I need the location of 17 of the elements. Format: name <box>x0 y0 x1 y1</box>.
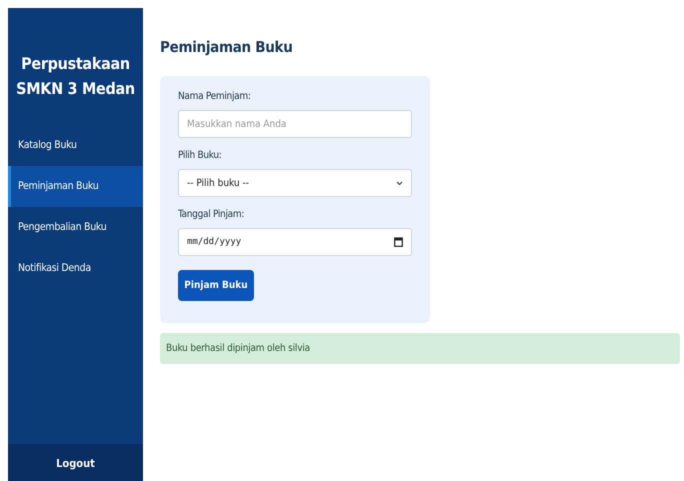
date-field[interactable]: mm/dd/yyyy <box>178 228 412 256</box>
sidebar-item[interactable]: Peminjaman Buku <box>8 166 143 207</box>
sidebar-item[interactable]: Pengembalian Buku <box>8 207 143 248</box>
sidebar-item[interactable]: Katalog Buku <box>8 125 143 166</box>
field-label: Pilih Buku: <box>178 150 222 161</box>
success-alert: Buku berhasil dipinjam oleh silvia <box>160 333 680 364</box>
page-title: Peminjaman Buku <box>160 38 293 56</box>
field-label: Tanggal Pinjam: <box>178 209 246 220</box>
name-field[interactable]: Masukkan nama Anda <box>178 110 412 138</box>
sidebar-item[interactable]: Notifikasi Denda <box>8 248 143 289</box>
calendar-icon <box>394 237 403 247</box>
book-select[interactable]: -- Pilih buku -- <box>178 169 412 197</box>
sidebar-title: Perpustakaan SMKN 3 Medan <box>15 53 136 100</box>
field-label: Nama Peminjam: <box>178 91 252 102</box>
submit-button[interactable]: Pinjam Buku <box>178 270 254 301</box>
chevron-icon <box>396 180 403 186</box>
logout-button[interactable]: Logout <box>8 444 143 481</box>
